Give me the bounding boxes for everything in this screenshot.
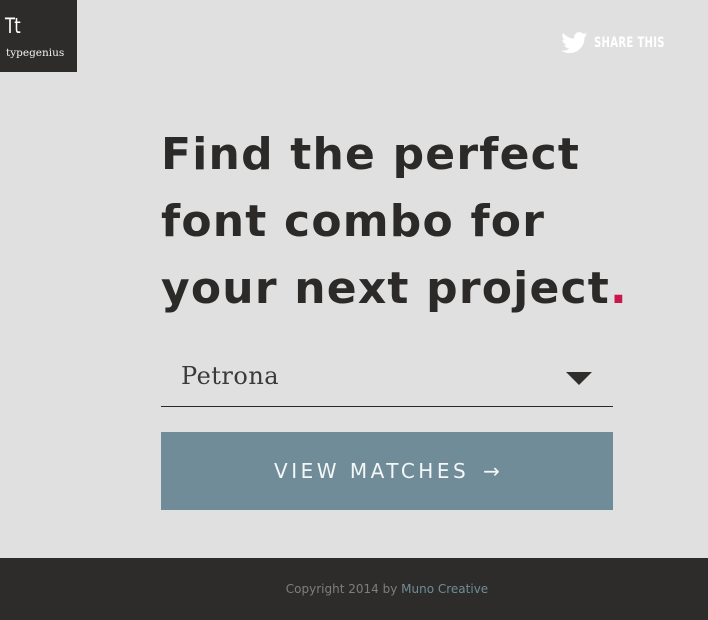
footer-copyright: Copyright 2014 by Muno Creative (286, 582, 488, 596)
headline-line: Find the perfect (161, 129, 581, 180)
headline-line-text: your next project (161, 263, 611, 314)
caret-down-icon (566, 372, 592, 385)
headline-accent-dot: . (610, 263, 628, 314)
share-button[interactable]: SHARE THIS (561, 30, 692, 56)
font-select[interactable]: Petrona (161, 350, 613, 407)
logo-mark: Tt (5, 14, 21, 38)
headline-line-last: your next project. (161, 255, 631, 322)
headline-line: font combo for (161, 196, 546, 247)
muno-creative-link[interactable]: Muno Creative (401, 582, 488, 596)
view-matches-button[interactable]: VIEW MATCHES → (161, 432, 613, 510)
share-label: SHARE THIS (594, 35, 665, 51)
hero-headline: Find the perfect font combo for your next … (161, 121, 631, 322)
font-select-value: Petrona (181, 362, 280, 390)
logo-link[interactable]: Tt typegenius (0, 0, 77, 72)
arrow-right-icon: → (483, 459, 500, 483)
logo-name: typegenius (6, 47, 65, 59)
copyright-text: Copyright 2014 by (285, 582, 398, 596)
footer: Copyright 2014 by Muno Creative (0, 558, 708, 620)
view-matches-label: VIEW MATCHES (274, 459, 470, 483)
twitter-bird-icon (561, 32, 588, 54)
